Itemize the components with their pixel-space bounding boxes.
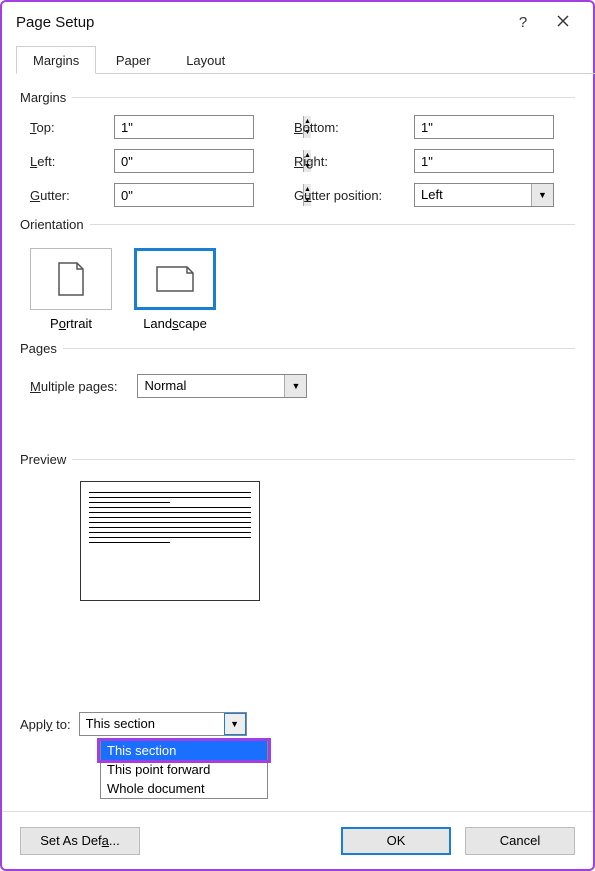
apply-to-dropdown-list: This section This point forward Whole do… bbox=[100, 740, 268, 799]
orientation-portrait[interactable]: Portrait bbox=[30, 248, 112, 331]
preview-thumbnail bbox=[80, 481, 260, 601]
section-margins-header: Margins bbox=[20, 90, 575, 105]
apply-to-row: Apply to: This section ▼ bbox=[20, 712, 247, 736]
gutter-spinner[interactable]: ▲▼ bbox=[114, 183, 254, 207]
orientation-options: Portrait Landscape bbox=[20, 238, 575, 331]
left-label: Left: bbox=[30, 154, 114, 169]
section-preview-header: Preview bbox=[20, 452, 575, 467]
apply-to-value: This section bbox=[80, 713, 224, 735]
bottom-label: Bottom: bbox=[294, 120, 414, 135]
margins-grid: Top: ▲▼ Bottom: ▲▼ Left: ▲▼ Right: ▲▼ bbox=[20, 111, 575, 207]
gutter-position-value: Left bbox=[415, 184, 531, 206]
dialog-title: Page Setup bbox=[16, 14, 503, 31]
tab-margins[interactable]: Margins bbox=[16, 46, 96, 74]
section-orientation-label: Orientation bbox=[20, 217, 84, 232]
multiple-pages-label: Multiple pages: bbox=[30, 379, 117, 394]
top-label: Top: bbox=[30, 120, 114, 135]
divider bbox=[72, 97, 575, 98]
section-margins-label: Margins bbox=[20, 90, 66, 105]
multiple-pages-combo[interactable]: Normal ▼ bbox=[137, 374, 307, 398]
apply-to-combo[interactable]: This section ▼ bbox=[79, 712, 247, 736]
bottom-input[interactable] bbox=[415, 116, 595, 138]
pages-row: Multiple pages: Normal ▼ bbox=[20, 362, 575, 398]
left-spinner[interactable]: ▲▼ bbox=[114, 149, 254, 173]
help-button[interactable]: ? bbox=[503, 14, 543, 31]
divider bbox=[90, 224, 575, 225]
right-input[interactable] bbox=[415, 150, 595, 172]
gutter-input[interactable] bbox=[115, 184, 303, 206]
close-button[interactable] bbox=[543, 14, 583, 30]
page-setup-dialog: Page Setup ? Margins Paper Layout Margin… bbox=[0, 0, 595, 871]
set-as-default-button[interactable]: Set As Defa... bbox=[20, 827, 140, 855]
section-pages-label: Pages bbox=[20, 341, 57, 356]
landscape-icon bbox=[134, 248, 216, 310]
tab-paper[interactable]: Paper bbox=[100, 47, 167, 75]
left-input[interactable] bbox=[115, 150, 303, 172]
ok-button[interactable]: OK bbox=[341, 827, 451, 855]
apply-option-whole-document[interactable]: Whole document bbox=[101, 779, 267, 798]
chevron-down-icon[interactable]: ▼ bbox=[224, 713, 246, 735]
tab-strip: Margins Paper Layout bbox=[16, 46, 593, 74]
gutter-label: Gutter: bbox=[30, 188, 114, 203]
right-label: Right: bbox=[294, 154, 414, 169]
dialog-footer: Set As Defa... OK Cancel bbox=[2, 811, 593, 869]
titlebar: Page Setup ? bbox=[2, 2, 593, 42]
top-spinner[interactable]: ▲▼ bbox=[114, 115, 254, 139]
chevron-down-icon[interactable]: ▼ bbox=[531, 184, 553, 206]
landscape-label: Landscape bbox=[134, 316, 216, 331]
top-input[interactable] bbox=[115, 116, 303, 138]
tab-layout[interactable]: Layout bbox=[170, 47, 241, 75]
gutter-position-combo[interactable]: Left ▼ bbox=[414, 183, 554, 207]
divider bbox=[63, 348, 575, 349]
apply-to-label: Apply to: bbox=[20, 717, 71, 732]
bottom-spinner[interactable]: ▲▼ bbox=[414, 115, 554, 139]
section-orientation-header: Orientation bbox=[20, 217, 575, 232]
right-spinner[interactable]: ▲▼ bbox=[414, 149, 554, 173]
chevron-down-icon[interactable]: ▼ bbox=[284, 375, 306, 397]
gutter-position-label: Gutter position: bbox=[294, 188, 414, 203]
cancel-button[interactable]: Cancel bbox=[465, 827, 575, 855]
orientation-landscape[interactable]: Landscape bbox=[134, 248, 216, 331]
portrait-label: Portrait bbox=[30, 316, 112, 331]
divider bbox=[72, 459, 575, 460]
multiple-pages-value: Normal bbox=[138, 375, 284, 397]
tab-content: Margins Top: ▲▼ Bottom: ▲▼ Left: ▲▼ Righ… bbox=[2, 74, 593, 811]
apply-option-this-point-forward[interactable]: This point forward bbox=[101, 760, 267, 779]
portrait-icon bbox=[30, 248, 112, 310]
section-preview-label: Preview bbox=[20, 452, 66, 467]
section-pages-header: Pages bbox=[20, 341, 575, 356]
apply-option-this-section[interactable]: This section bbox=[101, 741, 267, 760]
